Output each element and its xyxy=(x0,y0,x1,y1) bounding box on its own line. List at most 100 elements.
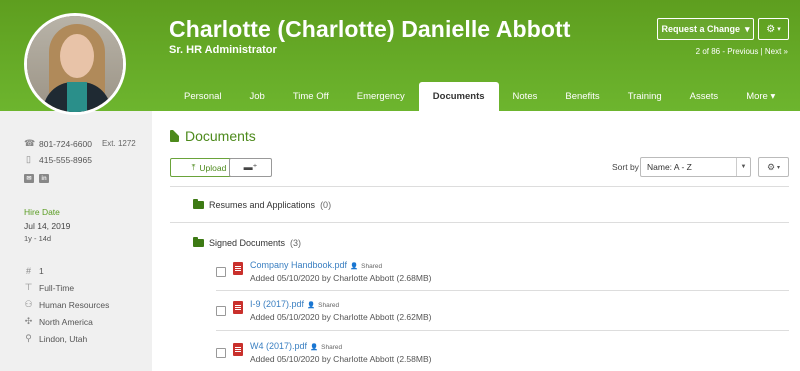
divider xyxy=(216,290,789,291)
shared-label: Shared xyxy=(361,263,383,270)
status-icon: ⊤ xyxy=(24,282,33,292)
caret-down-icon: ▾ xyxy=(777,164,781,171)
folder-resumes[interactable]: Resumes and Applications (0) xyxy=(193,199,332,210)
hire-date-label: Hire Date xyxy=(24,207,60,217)
upload-label: Upload xyxy=(199,162,227,173)
folder-name: Signed Documents xyxy=(209,238,286,248)
tab-job[interactable]: Job xyxy=(236,82,279,111)
gear-icon: ⚙ xyxy=(766,23,776,35)
file-meta: Added 05/10/2020 by Charlotte Abbott (2.… xyxy=(250,312,432,322)
request-change-button[interactable]: Request a Change ▾ xyxy=(657,18,754,40)
sort-value: Name: A - Z xyxy=(647,162,692,172)
location-row: ⚲ Lindon, Utah xyxy=(24,333,87,344)
folder-count: (3) xyxy=(290,238,302,248)
file-meta: Added 05/10/2020 by Charlotte Abbott (2.… xyxy=(250,354,432,364)
file-name-row: I-9 (2017).pdf 👤 Shared xyxy=(250,299,339,309)
pdf-icon xyxy=(233,343,243,356)
department: Human Resources xyxy=(39,299,110,310)
caret-down-icon: ▾ xyxy=(777,26,781,33)
folder-open-icon xyxy=(193,237,204,247)
file-link[interactable]: Company Handbook.pdf xyxy=(250,260,347,270)
sort-select[interactable]: Name: A - Z ▼ xyxy=(640,157,751,177)
file-checkbox[interactable] xyxy=(216,306,226,316)
add-folder-button[interactable]: ▬⁺ xyxy=(229,158,272,177)
linkedin-icon[interactable]: in xyxy=(39,174,49,183)
page-title: Documents xyxy=(170,128,256,144)
mobile-phone: 415-555-8965 xyxy=(39,154,92,165)
tab-training[interactable]: Training xyxy=(614,82,676,111)
file-link[interactable]: I-9 (2017).pdf xyxy=(250,299,304,309)
file-meta: Added 05/10/2020 by Charlotte Abbott (2.… xyxy=(250,273,432,283)
division-row: ✣ North America xyxy=(24,316,93,327)
shared-label: Shared xyxy=(321,344,343,351)
file-name-row: Company Handbook.pdf 👤 Shared xyxy=(250,260,382,270)
employee-photo[interactable] xyxy=(24,13,126,115)
hash-icon: # xyxy=(25,266,31,276)
shared-icon: 👤 xyxy=(307,302,316,309)
folder-icon xyxy=(193,199,204,209)
folder-count: (0) xyxy=(320,200,332,210)
employee-number: 1 xyxy=(39,266,44,276)
caret-down-icon: ▾ xyxy=(745,23,750,34)
folder-plus-icon: ▬⁺ xyxy=(243,162,258,172)
file-checkbox[interactable] xyxy=(216,348,226,358)
tab-documents[interactable]: Documents xyxy=(418,82,499,111)
people-icon: ⚇ xyxy=(24,299,33,309)
shared-icon: 👤 xyxy=(350,263,359,270)
document-icon xyxy=(170,130,179,142)
employee-number-row: # 1 xyxy=(24,266,44,276)
department-row: ⚇ Human Resources xyxy=(24,299,109,310)
settings-menu-button[interactable]: ⚙ ▾ xyxy=(758,18,789,40)
sort-label: Sort by xyxy=(612,162,639,172)
file-row: W4 (2017).pdf 👤 Shared Added 05/10/2020 by… xyxy=(216,338,789,371)
employee-pager[interactable]: 2 of 86 - Previous | Next » xyxy=(696,47,788,56)
file-name-row: W4 (2017).pdf 👤 Shared xyxy=(250,341,342,351)
divider xyxy=(170,222,789,223)
work-phone: 801-724-6600 xyxy=(39,138,92,149)
file-row: Company Handbook.pdf 👤 Shared Added 05/10/… xyxy=(216,257,789,293)
folder-name: Resumes and Applications xyxy=(209,200,316,210)
tab-assets[interactable]: Assets xyxy=(676,82,733,111)
hire-date: Jul 14, 2019 xyxy=(24,221,71,231)
work-phone-row: ☎ 801-724-6600 Ext. 1272 xyxy=(24,138,136,149)
documents-title: Documents xyxy=(185,128,256,144)
pdf-icon xyxy=(233,301,243,314)
employment-status: Full-Time xyxy=(39,282,75,293)
upload-icon: ⤒ xyxy=(191,162,196,172)
file-row: I-9 (2017).pdf 👤 Shared Added 05/10/2020 b… xyxy=(216,296,789,332)
employment-status-row: ⊤ Full-Time xyxy=(24,282,75,293)
employee-name: Charlotte (Charlotte) Danielle Abbott xyxy=(169,16,571,42)
tab-personal[interactable]: Personal xyxy=(170,82,236,111)
divider xyxy=(216,330,789,331)
location: Lindon, Utah xyxy=(39,333,88,344)
phone-icon: ☎ xyxy=(24,138,36,148)
social-links: ✉ in xyxy=(24,174,49,183)
request-change-label: Request a Change xyxy=(661,24,740,34)
employee-job-title: Sr. HR Administrator xyxy=(169,44,277,56)
mobile-phone-row: ▯ 415-555-8965 xyxy=(24,154,92,165)
division: North America xyxy=(39,316,93,327)
phone-extension: Ext. 1272 xyxy=(101,139,136,148)
tab-more[interactable]: More ▾ xyxy=(732,82,789,111)
location-pin-icon: ⚲ xyxy=(25,333,32,343)
hire-duration: 1y - 14d xyxy=(24,234,52,243)
pdf-icon xyxy=(233,262,243,275)
email-icon[interactable]: ✉ xyxy=(24,174,34,183)
shared-icon: 👤 xyxy=(310,344,319,351)
tab-time-off[interactable]: Time Off xyxy=(279,82,343,111)
file-link[interactable]: W4 (2017).pdf xyxy=(250,341,307,351)
mobile-icon: ▯ xyxy=(26,154,31,164)
file-checkbox[interactable] xyxy=(216,267,226,277)
caret-down-icon: ▼ xyxy=(736,158,750,176)
profile-tabs: Personal Job Time Off Emergency Document… xyxy=(170,82,789,111)
division-icon: ✣ xyxy=(24,316,33,326)
tab-emergency[interactable]: Emergency xyxy=(343,82,419,111)
gear-icon: ⚙ xyxy=(766,161,776,172)
tab-notes[interactable]: Notes xyxy=(499,82,552,111)
profile-sidebar: ☎ 801-724-6600 Ext. 1272 ▯ 415-555-8965 … xyxy=(0,111,152,371)
shared-label: Shared xyxy=(318,302,340,309)
tab-benefits[interactable]: Benefits xyxy=(551,82,613,111)
folder-signed-documents[interactable]: Signed Documents (3) xyxy=(193,237,302,248)
document-settings-button[interactable]: ⚙ ▾ xyxy=(758,157,789,177)
divider xyxy=(170,186,789,187)
